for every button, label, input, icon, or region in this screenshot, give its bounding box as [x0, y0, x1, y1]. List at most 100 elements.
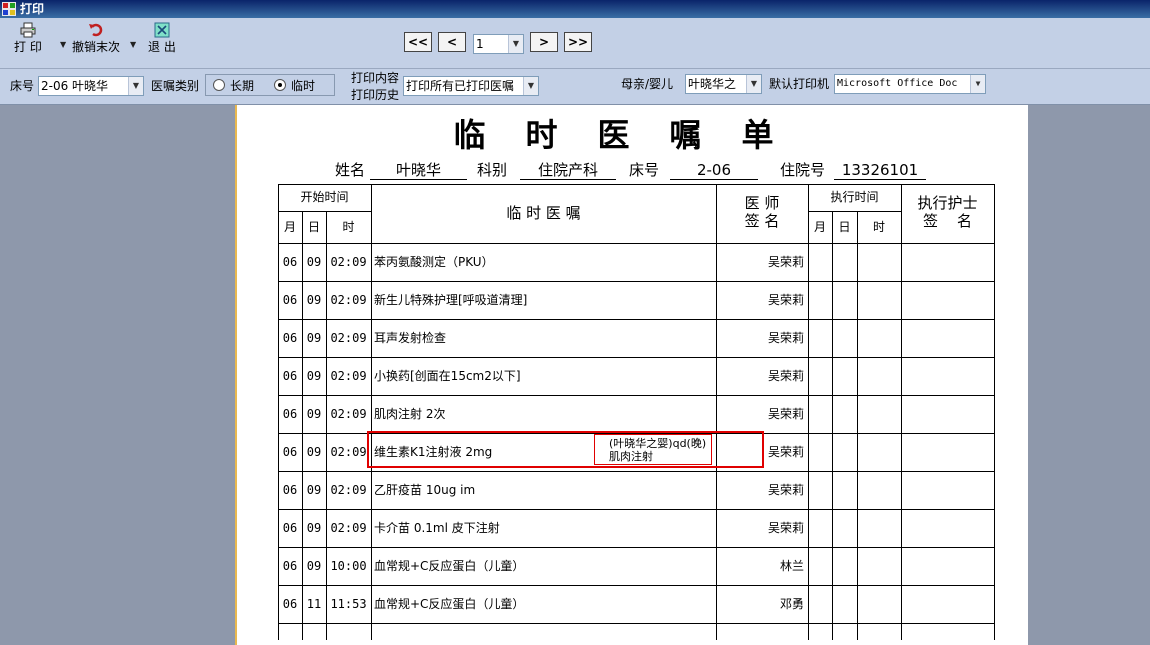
row-day: 09 [306, 293, 322, 307]
row-month: 06 [282, 597, 298, 611]
page-select[interactable]: 1 ▼ [473, 34, 524, 54]
row-order: 卡介苗 0.1ml 皮下注射 [374, 521, 500, 535]
tooltip-line2: 肌肉注射 [609, 450, 653, 463]
print-content-select-value: 打印所有已打印医嘱 [406, 79, 515, 93]
admission-number-value: 13326101 [834, 161, 926, 180]
row-day: 09 [306, 407, 322, 421]
print-preview-page: 临时医嘱单 姓名 叶晓华 科别 住院产科 床号 2-06 住院号 1332610… [235, 105, 1028, 645]
undo-last-button-label: 撤销末次 [72, 40, 121, 54]
row-doctor: 吴荣莉 [767, 369, 804, 383]
row-time: 02:09 [330, 293, 367, 307]
header-exec-month: 月 [813, 220, 826, 234]
exit-button[interactable]: 退 出 [148, 22, 176, 54]
page-select-value: 1 [476, 37, 484, 51]
last-page-button[interactable]: >> [564, 32, 592, 52]
row-time: 11:53 [330, 597, 367, 611]
row-time: 02:09 [330, 255, 367, 269]
row-day: 09 [306, 369, 322, 383]
first-page-button[interactable]: << [404, 32, 432, 52]
row-day: 09 [306, 445, 322, 459]
printer-label: 默认打印机 [769, 77, 830, 91]
title-bar: 打印 [0, 0, 1150, 18]
row-month: 06 [282, 559, 298, 573]
row-doctor: 吴荣莉 [767, 483, 804, 497]
row-month: 06 [282, 293, 298, 307]
name-value: 叶晓华 [370, 161, 467, 180]
row-month: 06 [282, 483, 298, 497]
print-dropdown-arrow-icon[interactable]: ▼ [60, 40, 66, 49]
header-month: 月 [283, 220, 296, 234]
header-nurse-sign-line1: 执行护士 [917, 194, 978, 212]
header-exec-time: 执行时间 [830, 190, 879, 204]
window-title: 打印 [20, 2, 45, 16]
toolbar: 打 印 ▼ 撤销末次 ▼ 退 出 << < 1 ▼ > >> [0, 18, 1150, 69]
row-time: 02:09 [330, 445, 367, 459]
mother-baby-select-value: 叶晓华之 [688, 77, 737, 91]
printer-select-value: Microsoft Office Doc [837, 78, 958, 89]
undo-dropdown-arrow-icon[interactable]: ▼ [130, 40, 136, 49]
row-doctor: 邓勇 [779, 597, 804, 611]
radio-temporary-label: 临时 [291, 79, 316, 93]
header-doctor-sign-line2: 签 名 [744, 212, 780, 230]
chevron-down-icon[interactable]: ▼ [970, 75, 985, 93]
mother-baby-label: 母亲/婴儿 [621, 77, 674, 91]
bed-select[interactable]: 2-06 叶晓华 ▼ [38, 76, 144, 96]
row-day: 09 [306, 521, 322, 535]
printer-select[interactable]: Microsoft Office Doc ▼ [834, 74, 986, 94]
orders-table: 开始时间 月 日 时 临 时 医 嘱 医 师 签 名 执行时间 月 日 时 执行… [278, 184, 995, 640]
row-doctor: 林兰 [779, 559, 804, 573]
chevron-down-icon[interactable]: ▼ [746, 75, 761, 93]
row-order: 肌肉注射 2次 [374, 407, 446, 421]
row-order: 新生儿特殊护理[呼吸道清理] [374, 293, 528, 307]
header-exec-day: 日 [838, 220, 851, 234]
next-page-button[interactable]: > [530, 32, 558, 52]
row-time: 10:00 [330, 559, 367, 573]
row-time: 02:09 [330, 521, 367, 535]
header-temporary-order: 临 时 医 嘱 [506, 204, 581, 222]
department-label: 科别 [477, 161, 508, 179]
radio-temporary[interactable]: 临时 [274, 79, 315, 93]
print-history-label: 打印历史 [351, 88, 400, 102]
order-detail-tooltip: (叶晓华之婴)qd(晚) 肌肉注射 [594, 434, 712, 465]
print-content-label: 打印内容 [351, 71, 400, 85]
row-order: 小换药[创面在15cm2以下] [374, 369, 521, 383]
print-content-select[interactable]: 打印所有已打印医嘱 ▼ [403, 76, 539, 96]
row-order: 耳声发射检查 [374, 331, 447, 345]
chevron-down-icon[interactable]: ▼ [523, 77, 538, 95]
radio-dot-selected-icon [274, 79, 286, 91]
row-month: 06 [282, 331, 298, 345]
row-month: 06 [282, 521, 298, 535]
row-day: 09 [306, 255, 322, 269]
row-day: 11 [306, 597, 322, 611]
row-time: 02:09 [330, 331, 367, 345]
mother-baby-select[interactable]: 叶晓华之 ▼ [685, 74, 762, 94]
department-value: 住院产科 [520, 161, 616, 180]
tooltip-line1: (叶晓华之婴)qd(晚) [609, 437, 707, 450]
filter-bar: 床号 2-06 叶晓华 ▼ 医嘱类别 长期 临时 打印内容 打印历史 打印所有已… [0, 69, 1150, 105]
radio-dot-icon [213, 79, 225, 91]
bed-label: 床号 [10, 79, 35, 93]
order-type-radio-group: 长期 临时 [205, 74, 335, 96]
bed-select-value: 2-06 叶晓华 [41, 79, 109, 93]
radio-long-term[interactable]: 长期 [213, 79, 254, 93]
row-day: 09 [306, 559, 322, 573]
header-doctor-sign-line1: 医 师 [744, 194, 780, 212]
row-doctor: 吴荣莉 [767, 293, 804, 307]
row-doctor: 吴荣莉 [767, 407, 804, 421]
print-button-label: 打 印 [14, 40, 42, 54]
admission-number-label: 住院号 [780, 161, 826, 179]
header-exec-hour: 时 [872, 220, 885, 234]
row-day: 09 [306, 331, 322, 345]
row-month: 06 [282, 369, 298, 383]
exit-button-label: 退 出 [148, 40, 176, 54]
prev-page-button[interactable]: < [438, 32, 466, 52]
row-order: 血常规+C反应蛋白（儿童） [374, 597, 525, 611]
row-order: 乙肝疫苗 10ug im [374, 483, 476, 497]
chevron-down-icon[interactable]: ▼ [508, 35, 523, 53]
undo-last-button[interactable]: 撤销末次 [72, 22, 120, 54]
row-day: 09 [306, 483, 322, 497]
chevron-down-icon[interactable]: ▼ [128, 77, 143, 95]
printer-icon [20, 22, 36, 38]
row-order: 血常规+C反应蛋白（儿童） [374, 559, 525, 573]
print-button[interactable]: 打 印 [14, 22, 42, 54]
